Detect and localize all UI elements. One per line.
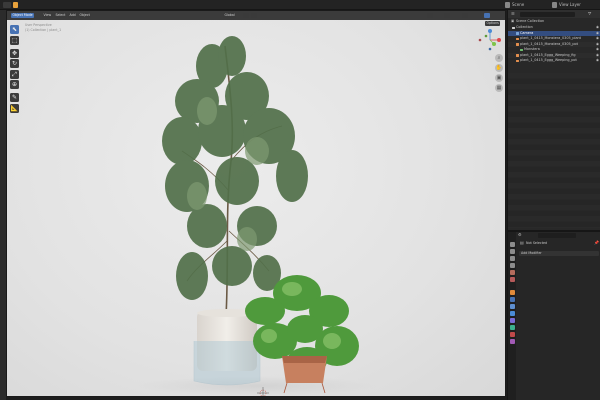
outliner-search-input[interactable] [520,11,575,17]
pin-icon[interactable]: 📌 [594,240,599,246]
outliner-item[interactable]: plant_1_0415_Eggg_Weeping_pot ◉ [508,58,600,64]
constraints-tab-icon[interactable] [509,318,515,323]
object-type-icon [516,59,519,62]
object-data-icon: ▤ [520,240,524,245]
scene-collection-icon: ▣ [511,19,515,23]
object-type-icon [516,32,519,35]
tool-tab-icon[interactable] [509,242,515,247]
modifier-tab-icon[interactable] [509,297,515,302]
render-tab-icon[interactable] [509,249,515,254]
properties-search-input[interactable] [538,233,576,238]
filter-icon[interactable]: ⛛ [588,11,591,17]
visibility-eye-icon[interactable]: ◉ [596,58,599,64]
scene-tab-icon[interactable] [509,270,515,275]
scene-icon[interactable] [505,2,510,8]
scene-collection-row[interactable]: ▣ Scene Collection [508,19,600,25]
add-modifier-label: Add Modifier [521,251,542,255]
particles-tab-icon[interactable] [509,304,515,309]
object-type-icon [516,54,519,57]
texture-tab-icon[interactable] [509,339,515,344]
object-name: Not Selected [526,240,548,245]
view-layer-icon[interactable] [552,2,557,8]
white-pot [193,309,261,386]
object-type-icon [516,43,519,46]
object-type-icon [512,26,515,29]
physics-tab-icon[interactable] [509,311,515,316]
add-modifier-button[interactable]: Add Modifier [519,251,599,256]
rendered-scene [137,36,377,396]
properties-panel: ⚙ ▤ Not Selected 📌 Add Modifier [507,230,600,400]
material-tab-icon[interactable] [509,332,515,337]
scene-collection-label: Scene Collection [516,19,545,23]
view-layer-name[interactable]: View Layer [559,2,581,8]
data-tab-icon[interactable] [509,325,515,330]
view-layer-tab-icon[interactable] [509,263,515,268]
outliner-empty-area [508,73,600,228]
properties-editor-icon[interactable]: ⚙ [518,232,522,238]
object-type-icon [516,37,519,40]
scene-name[interactable]: Scene [512,2,524,8]
top-bar: Scene View Layer [0,0,600,10]
properties-tabs [508,232,516,400]
world-tab-icon[interactable] [509,277,515,282]
outliner-panel: ☰ ⛛ ▣ Scene Collection Collection ◉ Camera… [507,10,600,230]
object-type-icon [520,48,523,51]
editor-type-icon[interactable] [3,2,11,8]
3d-viewport[interactable]: Object Mode View Select Add Object Globa… [6,10,506,397]
render-icon[interactable] [13,2,18,8]
outliner-editor-icon[interactable]: ☰ [511,11,515,17]
object-tab-icon[interactable] [509,290,515,295]
weeping-fig-plant [162,36,308,317]
outliner-header: ☰ ⛛ [508,10,600,18]
output-tab-icon[interactable] [509,256,515,261]
outliner-item-label: plant_1_0415_Eggg_Weeping_pot [520,58,577,62]
